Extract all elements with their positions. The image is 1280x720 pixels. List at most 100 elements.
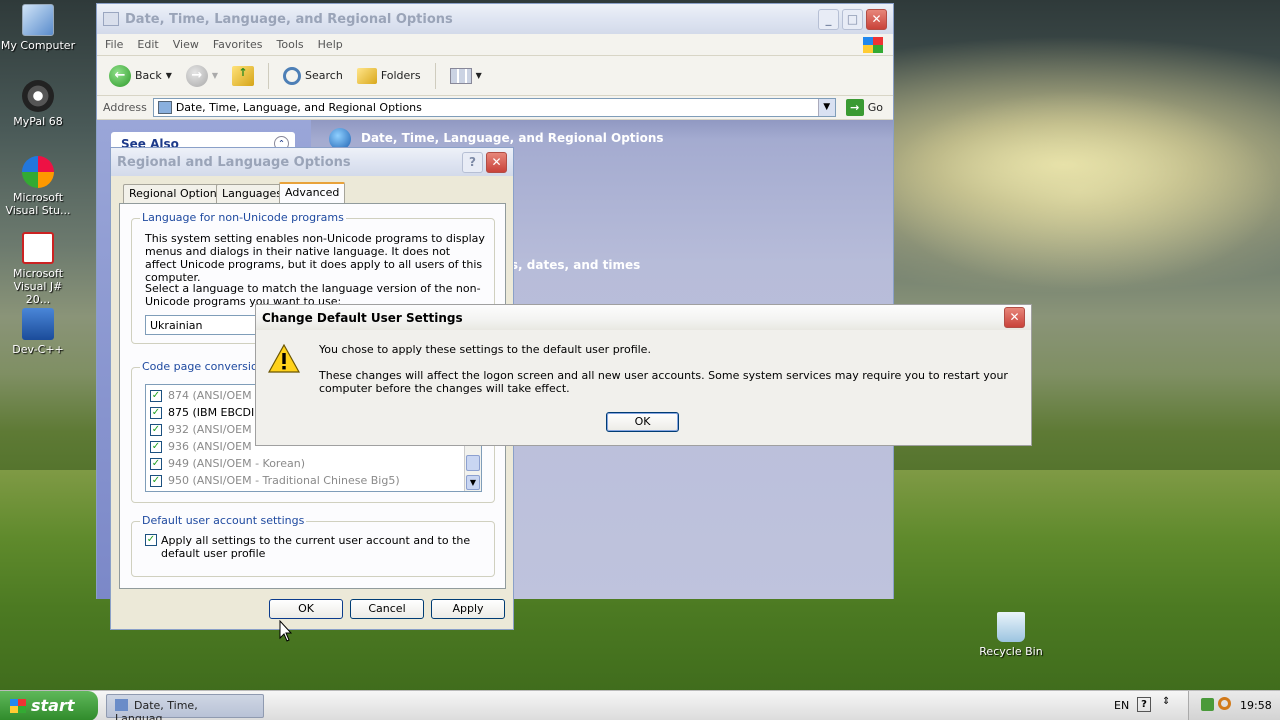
address-label: Address (103, 101, 147, 114)
taskbar-task-button[interactable]: Date, Time, Languag... (106, 694, 264, 720)
apply-all-checkbox-row[interactable]: ✓ Apply all settings to the current user… (145, 534, 475, 560)
code-page-label: 950 (ANSI/OEM - Traditional Chinese Big5… (168, 474, 400, 487)
scroll-thumb[interactable] (466, 455, 480, 471)
close-button[interactable]: ✕ (486, 151, 507, 173)
address-dropdown-button[interactable]: ▼ (817, 99, 835, 116)
views-button[interactable]: ▼ (446, 66, 486, 86)
apply-all-label: Apply all settings to the current user a… (161, 534, 471, 560)
default-user-group: Default user account settings ✓ Apply al… (131, 514, 495, 577)
checkbox[interactable]: ✓ (150, 423, 162, 436)
menu-view[interactable]: View (173, 38, 199, 51)
menu-help[interactable]: Help (318, 38, 343, 51)
network-tray-icon[interactable] (1201, 698, 1214, 711)
menu-edit[interactable]: Edit (137, 38, 158, 51)
mypal-icon (22, 80, 54, 112)
menu-tools[interactable]: Tools (277, 38, 304, 51)
back-button[interactable]: ← Back ▼ (105, 63, 176, 89)
chevron-down-icon: ▼ (475, 71, 482, 80)
tab-label: Regional Options (129, 187, 223, 200)
go-button[interactable]: → Go (842, 97, 887, 118)
close-button[interactable]: ✕ (1004, 307, 1025, 328)
folders-button[interactable]: Folders (353, 66, 425, 86)
back-label: Back (135, 69, 162, 82)
desktop-icon-label: MyPal 68 (13, 115, 63, 128)
visual-studio-icon (22, 156, 54, 188)
address-bar: Address Date, Time, Language, and Region… (97, 96, 893, 120)
regional-titlebar[interactable]: Regional and Language Options ? ✕ (111, 148, 513, 176)
forward-button[interactable]: → ▼ (182, 63, 222, 89)
button-label: Cancel (368, 602, 406, 615)
desktop-icon-recycle-bin[interactable]: Recycle Bin (973, 612, 1049, 658)
code-page-label: 936 (ANSI/OEM (168, 440, 252, 453)
ok-button[interactable]: OK (269, 599, 343, 619)
toolbar-separator (434, 62, 436, 89)
search-icon (283, 66, 302, 85)
toolbar-separator (268, 62, 270, 89)
checkbox[interactable]: ✓ (150, 440, 162, 453)
start-label: start (31, 696, 75, 715)
tab-label: Advanced (285, 186, 340, 199)
desktop-icon-visual-studio[interactable]: Microsoft Visual Stu... (0, 156, 76, 217)
desktop-icon-mypal[interactable]: MyPal 68 (0, 80, 76, 128)
go-label: Go (867, 101, 883, 114)
help-tray-icon[interactable]: ? (1137, 697, 1151, 712)
maximize-button[interactable]: □ (842, 8, 863, 30)
clock[interactable]: 19:58 (1240, 699, 1272, 712)
desktop-icon-label: Microsoft Visual Stu... (5, 191, 71, 217)
mouse-cursor-icon (279, 620, 293, 642)
cancel-button[interactable]: Cancel (350, 599, 424, 619)
dialog-titlebar[interactable]: Change Default User Settings ✕ (256, 305, 1031, 330)
help-button[interactable]: ? (462, 151, 483, 173)
menu-favorites[interactable]: Favorites (213, 38, 263, 51)
up-folder-button[interactable]: ↑ (228, 64, 258, 88)
search-tray-icon[interactable] (1218, 697, 1231, 710)
checkbox[interactable]: ✓ (150, 389, 162, 402)
chevron-down-icon: ▼ (211, 71, 219, 80)
regional-title: Regional and Language Options (117, 154, 351, 170)
list-item[interactable]: ✓ 950 (ANSI/OEM - Traditional Chinese Big… (150, 472, 477, 489)
explorer-title: Date, Time, Language, and Regional Optio… (125, 11, 453, 27)
checkbox[interactable]: ✓ (150, 474, 162, 487)
code-page-label: 949 (ANSI/OEM - Korean) (168, 457, 305, 470)
explorer-menubar: File Edit View Favorites Tools Help (97, 34, 893, 56)
minimize-button[interactable]: _ (818, 8, 839, 30)
warning-icon (268, 344, 300, 373)
button-label: Apply (452, 602, 484, 615)
windows-logo-icon (863, 36, 883, 53)
apply-all-checkbox[interactable]: ✓ (145, 534, 157, 546)
list-item[interactable]: ✓ 949 (ANSI/OEM - Korean) (150, 455, 477, 472)
close-button[interactable]: ✕ (866, 8, 887, 30)
apply-button[interactable]: Apply (431, 599, 505, 619)
checkbox[interactable]: ✓ (150, 457, 162, 470)
desktop-icon-label: Microsoft Visual J# 20... (12, 267, 64, 306)
change-default-settings-dialog[interactable]: Change Default User Settings ✕ You chose… (255, 304, 1032, 446)
chevron-down-icon[interactable]: ▼ (166, 71, 172, 80)
dialog-body: You chose to apply these settings to the… (256, 330, 1031, 445)
views-grid-icon (449, 67, 472, 84)
forward-arrow-icon: → (185, 64, 208, 87)
folders-label: Folders (380, 69, 421, 82)
explorer-titlebar[interactable]: Date, Time, Language, and Regional Optio… (97, 4, 893, 34)
tab-languages[interactable]: Languages (216, 184, 289, 203)
desktop-icon-label: Dev-C++ (12, 343, 64, 356)
checkbox[interactable]: ✓ (150, 406, 162, 419)
task-link-partial[interactable]: rs, dates, and times (505, 258, 640, 272)
address-input[interactable]: Date, Time, Language, and Regional Optio… (152, 98, 836, 117)
dialog-ok-button[interactable]: OK (606, 412, 679, 432)
desktop-icon-visual-jsharp[interactable]: Microsoft Visual J# 20... (0, 232, 76, 306)
visual-jsharp-icon (22, 232, 54, 264)
tray-expand-icon[interactable]: ⇕ (1162, 696, 1170, 707)
taskbar: start Date, Time, Languag... EN ? ⇕ 19:5… (0, 690, 1280, 720)
folder-icon (103, 12, 119, 26)
desktop-icon-devcpp[interactable]: Dev-C++ (0, 308, 76, 356)
control-panel-icon (157, 101, 172, 114)
tab-label: Languages (222, 187, 283, 200)
tab-regional-options[interactable]: Regional Options (123, 184, 229, 203)
desktop-icon-my-computer[interactable]: My Computer (0, 4, 76, 52)
search-button[interactable]: Search (279, 65, 347, 87)
language-indicator[interactable]: EN (1114, 699, 1129, 712)
tab-advanced[interactable]: Advanced (279, 182, 346, 204)
start-button[interactable]: start (0, 691, 98, 720)
scroll-down-button[interactable]: ▼ (466, 475, 480, 490)
menu-file[interactable]: File (105, 38, 123, 51)
